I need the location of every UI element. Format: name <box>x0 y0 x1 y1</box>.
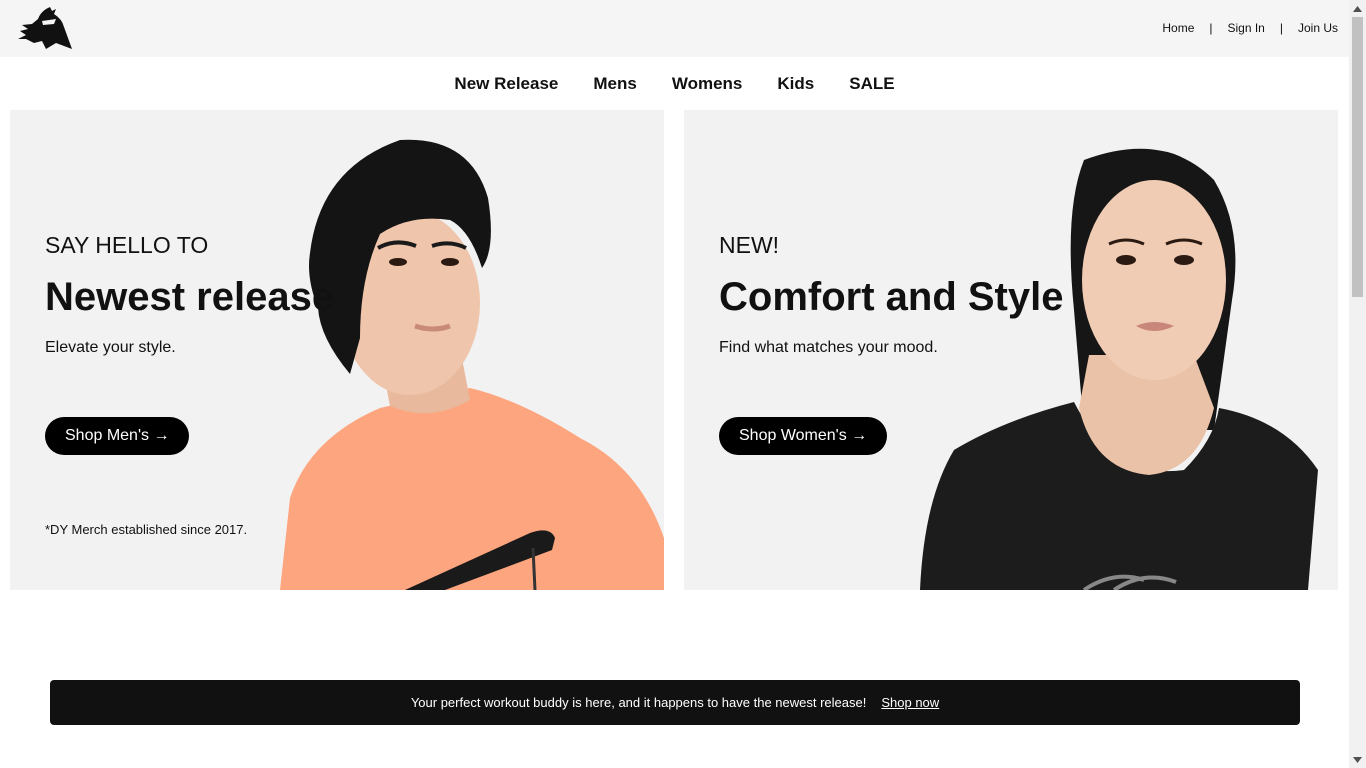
male-model-image <box>280 139 664 590</box>
hero-eyebrow: SAY HELLO TO <box>45 232 209 258</box>
hero-mens: SAY HELLO TO Newest release Elevate your… <box>10 110 664 590</box>
main-nav: New Release Mens Womens Kids SALE <box>0 57 1349 110</box>
page: Home | Sign In | Join Us New Release Men… <box>0 0 1349 768</box>
top-bar: Home | Sign In | Join Us <box>0 0 1349 57</box>
utility-nav: Home | Sign In | Join Us <box>1162 21 1338 35</box>
nav-kids[interactable]: Kids <box>777 74 814 94</box>
nav-sale[interactable]: SALE <box>849 74 894 94</box>
util-separator: | <box>1279 21 1283 35</box>
nav-womens[interactable]: Womens <box>672 74 743 94</box>
scrollbar-thumb[interactable] <box>1352 17 1363 297</box>
ninja-logo-icon[interactable] <box>16 5 74 51</box>
hero-subtitle: Find what matches your mood. <box>719 339 938 356</box>
home-link[interactable]: Home <box>1162 21 1194 35</box>
hero-headline: Newest release <box>45 275 335 319</box>
util-separator: | <box>1209 21 1213 35</box>
scroll-down-arrow-icon[interactable] <box>1349 751 1366 768</box>
nav-new-release[interactable]: New Release <box>454 74 558 94</box>
nav-mens[interactable]: Mens <box>593 74 636 94</box>
scroll-up-arrow-icon[interactable] <box>1349 0 1366 17</box>
hero-eyebrow: NEW! <box>719 232 780 258</box>
shop-mens-button[interactable]: Shop Men's → <box>45 417 190 455</box>
established-footnote: *DY Merch established since 2017. <box>45 522 248 537</box>
shop-now-link[interactable]: Shop now <box>881 695 939 710</box>
sign-in-link[interactable]: Sign In <box>1228 21 1265 35</box>
promo-banner: Your perfect workout buddy is here, and … <box>50 680 1300 725</box>
join-us-link[interactable]: Join Us <box>1298 21 1338 35</box>
vertical-scrollbar[interactable] <box>1349 0 1366 768</box>
hero-subtitle: Elevate your style. <box>45 339 176 356</box>
hero-headline: Comfort and Style <box>719 275 1064 319</box>
female-model-image <box>920 148 1318 590</box>
hero-womens: NEW! Comfort and Style Find what matches… <box>684 110 1338 590</box>
promo-text: Your perfect workout buddy is here, and … <box>410 695 867 710</box>
shop-womens-button[interactable]: Shop Women's → <box>719 417 888 455</box>
